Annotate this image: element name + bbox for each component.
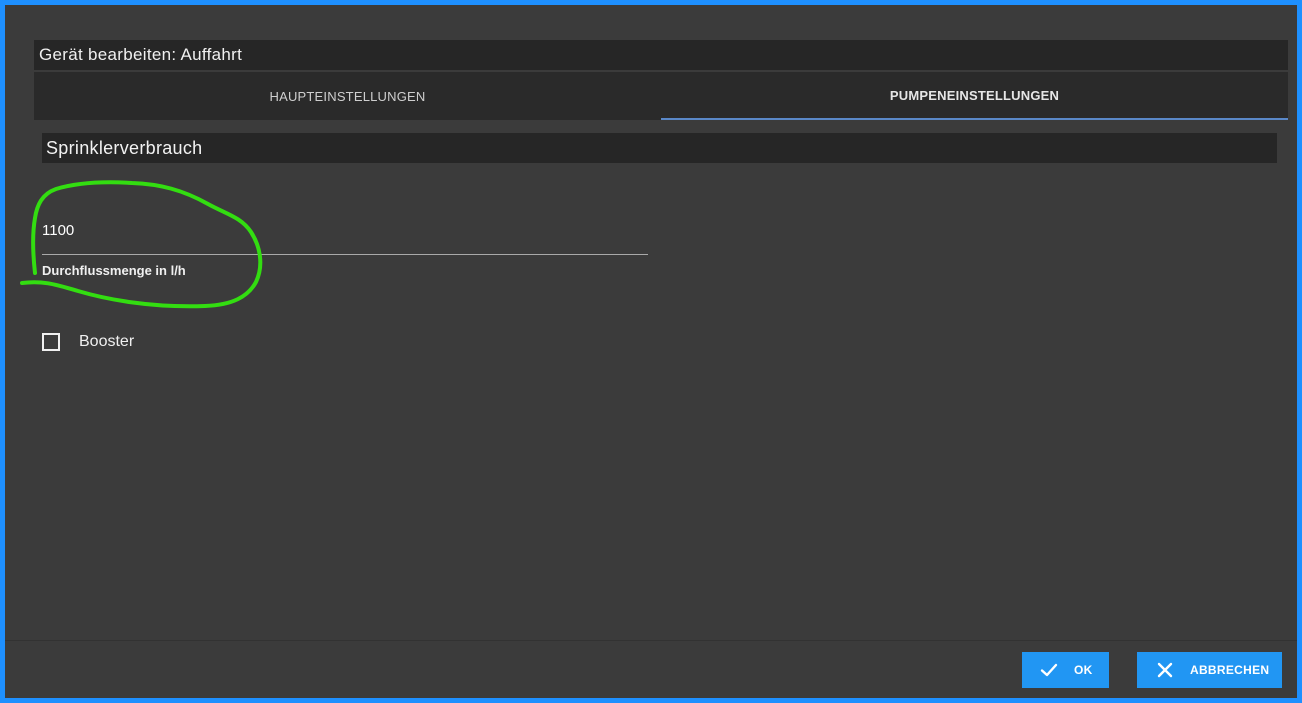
flow-rate-input[interactable] xyxy=(42,218,648,243)
dialog-title: Gerät bearbeiten: Auffahrt xyxy=(34,40,1288,70)
ok-button-label: OK xyxy=(1074,663,1093,677)
close-icon xyxy=(1156,661,1174,679)
tab-haupteinstellungen[interactable]: HAUPTEINSTELLUNGEN xyxy=(34,72,661,120)
check-icon xyxy=(1040,661,1058,679)
flow-rate-label: Durchflussmenge in l/h xyxy=(42,263,186,278)
footer-divider xyxy=(5,640,1297,641)
booster-checkbox[interactable] xyxy=(42,333,60,351)
cancel-button[interactable]: ABBRECHEN xyxy=(1137,652,1282,688)
booster-checkbox-row: Booster xyxy=(42,332,134,352)
tab-bar: HAUPTEINSTELLUNGEN PUMPENEINSTELLUNGEN xyxy=(34,72,1288,120)
tab-pumpeneinstellungen[interactable]: PUMPENEINSTELLUNGEN xyxy=(661,72,1288,120)
flow-rate-field: Durchflussmenge in l/h xyxy=(42,218,648,288)
flow-rate-underline xyxy=(42,254,648,255)
ok-button[interactable]: OK xyxy=(1022,652,1109,688)
booster-label: Booster xyxy=(79,333,135,350)
cancel-button-label: ABBRECHEN xyxy=(1190,663,1270,677)
section-title: Sprinklerverbrauch xyxy=(42,133,1277,163)
